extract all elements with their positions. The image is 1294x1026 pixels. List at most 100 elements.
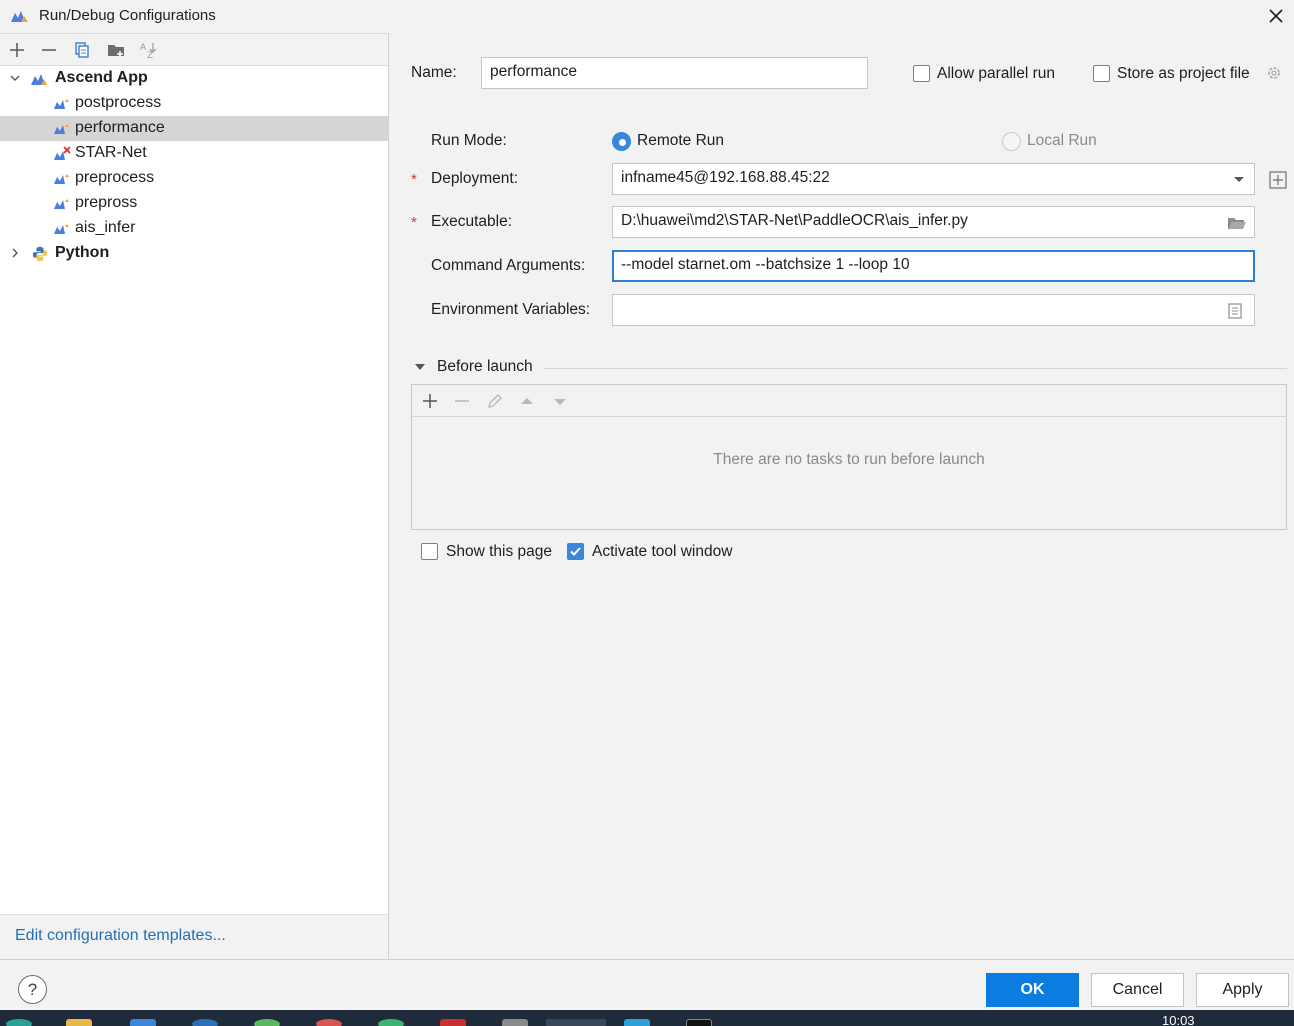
taskbar-active-app[interactable]: [546, 1019, 606, 1026]
add-icon[interactable]: [420, 391, 440, 411]
activate-tool-label: Activate tool window: [592, 543, 733, 560]
tree-item-label: preprocess: [75, 169, 155, 186]
tree-group-label: Python: [55, 244, 110, 261]
name-label: Name:: [411, 64, 457, 81]
tree-item-label: STAR-Net: [75, 144, 147, 161]
allow-parallel-label: Allow parallel run: [937, 65, 1056, 82]
tree-group-ascend-app[interactable]: Ascend App: [0, 66, 388, 91]
sidebar-toolbar: AZ: [0, 34, 388, 66]
allow-parallel-checkbox[interactable]: [913, 65, 930, 82]
edit-templates-link[interactable]: Edit configuration templates...: [15, 927, 226, 945]
required-marker: *: [411, 171, 417, 188]
before-launch-title: Before launch: [437, 358, 533, 375]
chevron-down-icon[interactable]: [414, 362, 426, 372]
gear-icon[interactable]: [1265, 64, 1283, 82]
taskbar-app-icon[interactable]: [502, 1019, 528, 1026]
ok-button[interactable]: OK: [986, 973, 1079, 1007]
new-folder-icon[interactable]: [106, 40, 126, 60]
sort-az-icon[interactable]: AZ: [138, 40, 158, 60]
edit-icon[interactable]: [485, 391, 505, 411]
run-mode-label: Run Mode:: [431, 132, 507, 149]
add-icon[interactable]: [7, 40, 27, 60]
tree-group-python[interactable]: Python: [0, 241, 388, 266]
cancel-button[interactable]: Cancel: [1091, 973, 1184, 1007]
ascend-app-icon: [31, 74, 47, 85]
os-taskbar: 10:03: [0, 1010, 1294, 1026]
ascend-config-icon: [54, 124, 69, 134]
help-button[interactable]: ?: [18, 975, 47, 1004]
copy-icon[interactable]: [72, 40, 92, 60]
ascend-config-icon: [54, 174, 69, 184]
before-launch-toolbar: [412, 385, 1286, 417]
taskbar-app-icon[interactable]: [254, 1019, 280, 1026]
apply-button[interactable]: Apply: [1196, 973, 1289, 1007]
remove-icon[interactable]: [39, 40, 59, 60]
tree-item-preprocess[interactable]: preprocess: [0, 166, 388, 191]
required-marker: *: [411, 214, 417, 231]
taskbar-app-icon[interactable]: [130, 1019, 156, 1026]
show-page-label: Show this page: [446, 543, 552, 560]
name-field[interactable]: performance: [481, 57, 868, 89]
window-title: Run/Debug Configurations: [39, 7, 216, 24]
deployment-label: Deployment:: [431, 170, 519, 187]
taskbar-app-icon[interactable]: [192, 1019, 218, 1026]
local-run-label: Local Run: [1027, 132, 1097, 149]
taskbar-app-icon[interactable]: [378, 1019, 404, 1026]
executable-field[interactable]: D:\huawei\md2\STAR-Net\PaddleOCR\ais_inf…: [612, 206, 1255, 238]
terminal-icon[interactable]: [686, 1019, 712, 1026]
ascend-config-icon: [54, 199, 69, 209]
folder-open-icon[interactable]: [1227, 215, 1247, 231]
configuration-editor: Name: performance Allow parallel run Sto…: [390, 33, 1294, 959]
python-icon: [32, 246, 48, 262]
tree-item-label: prepross: [75, 194, 138, 211]
ascend-config-icon: [54, 99, 69, 109]
move-up-icon[interactable]: [517, 391, 537, 411]
title-bar: Run/Debug Configurations: [0, 0, 1294, 33]
checkmark-icon: [570, 547, 581, 556]
ascend-app-icon: [11, 11, 28, 22]
executable-label: Executable:: [431, 213, 512, 230]
svg-text:A: A: [140, 43, 147, 53]
taskbar-clock: 10:03: [1162, 1013, 1195, 1026]
tree-item-prepross[interactable]: prepross: [0, 191, 388, 216]
show-page-checkbox[interactable]: [421, 543, 438, 560]
local-run-radio[interactable]: [1002, 132, 1021, 151]
before-launch-panel: There are no tasks to run before launch: [411, 384, 1287, 530]
remote-run-radio[interactable]: [612, 132, 631, 151]
remove-icon[interactable]: [452, 391, 472, 411]
taskbar-app-icon[interactable]: [624, 1019, 650, 1026]
ascend-config-icon: [54, 224, 69, 234]
tree-group-label: Ascend App: [55, 69, 148, 86]
folder-icon[interactable]: [66, 1019, 92, 1026]
tree-item-label: ais_infer: [75, 219, 136, 236]
chevron-down-icon[interactable]: [1232, 175, 1246, 185]
activate-tool-checkbox[interactable]: [567, 543, 584, 560]
environment-variables-field[interactable]: [612, 294, 1255, 326]
close-icon[interactable]: [1266, 6, 1286, 26]
chevron-right-icon[interactable]: [9, 247, 21, 259]
tree-item-label: postprocess: [75, 94, 162, 111]
ascend-config-error-icon: [54, 146, 71, 160]
tree-item-postprocess[interactable]: postprocess: [0, 91, 388, 116]
tree-item-ais-infer[interactable]: ais_infer: [0, 216, 388, 241]
taskbar-app-icon[interactable]: [6, 1019, 32, 1026]
store-project-checkbox[interactable]: [1093, 65, 1110, 82]
configurations-sidebar: AZ Ascend App postprocess performance ST…: [0, 33, 389, 960]
chevron-down-icon[interactable]: [9, 72, 21, 84]
tree-item-label: performance: [75, 119, 165, 136]
document-icon[interactable]: [1228, 303, 1242, 319]
tree-item-performance[interactable]: performance: [0, 116, 388, 141]
move-down-icon[interactable]: [550, 391, 570, 411]
remote-run-label: Remote Run: [637, 132, 725, 149]
tree-item-star-net[interactable]: STAR-Net: [0, 141, 388, 166]
empty-tasks-message: There are no tasks to run before launch: [713, 451, 985, 468]
deployment-select[interactable]: infname45@192.168.88.45:22: [612, 163, 1255, 195]
command-arguments-label: Command Arguments:: [431, 257, 586, 274]
dialog-button-bar: ? OK Cancel Apply: [0, 959, 1294, 1010]
environment-variables-label: Environment Variables:: [431, 301, 591, 318]
svg-text:Z: Z: [147, 51, 153, 60]
add-deployment-icon[interactable]: [1269, 171, 1287, 189]
taskbar-app-icon[interactable]: [316, 1019, 342, 1026]
command-arguments-field[interactable]: --model starnet.om --batchsize 1 --loop …: [612, 250, 1255, 282]
taskbar-app-icon[interactable]: [440, 1019, 466, 1026]
